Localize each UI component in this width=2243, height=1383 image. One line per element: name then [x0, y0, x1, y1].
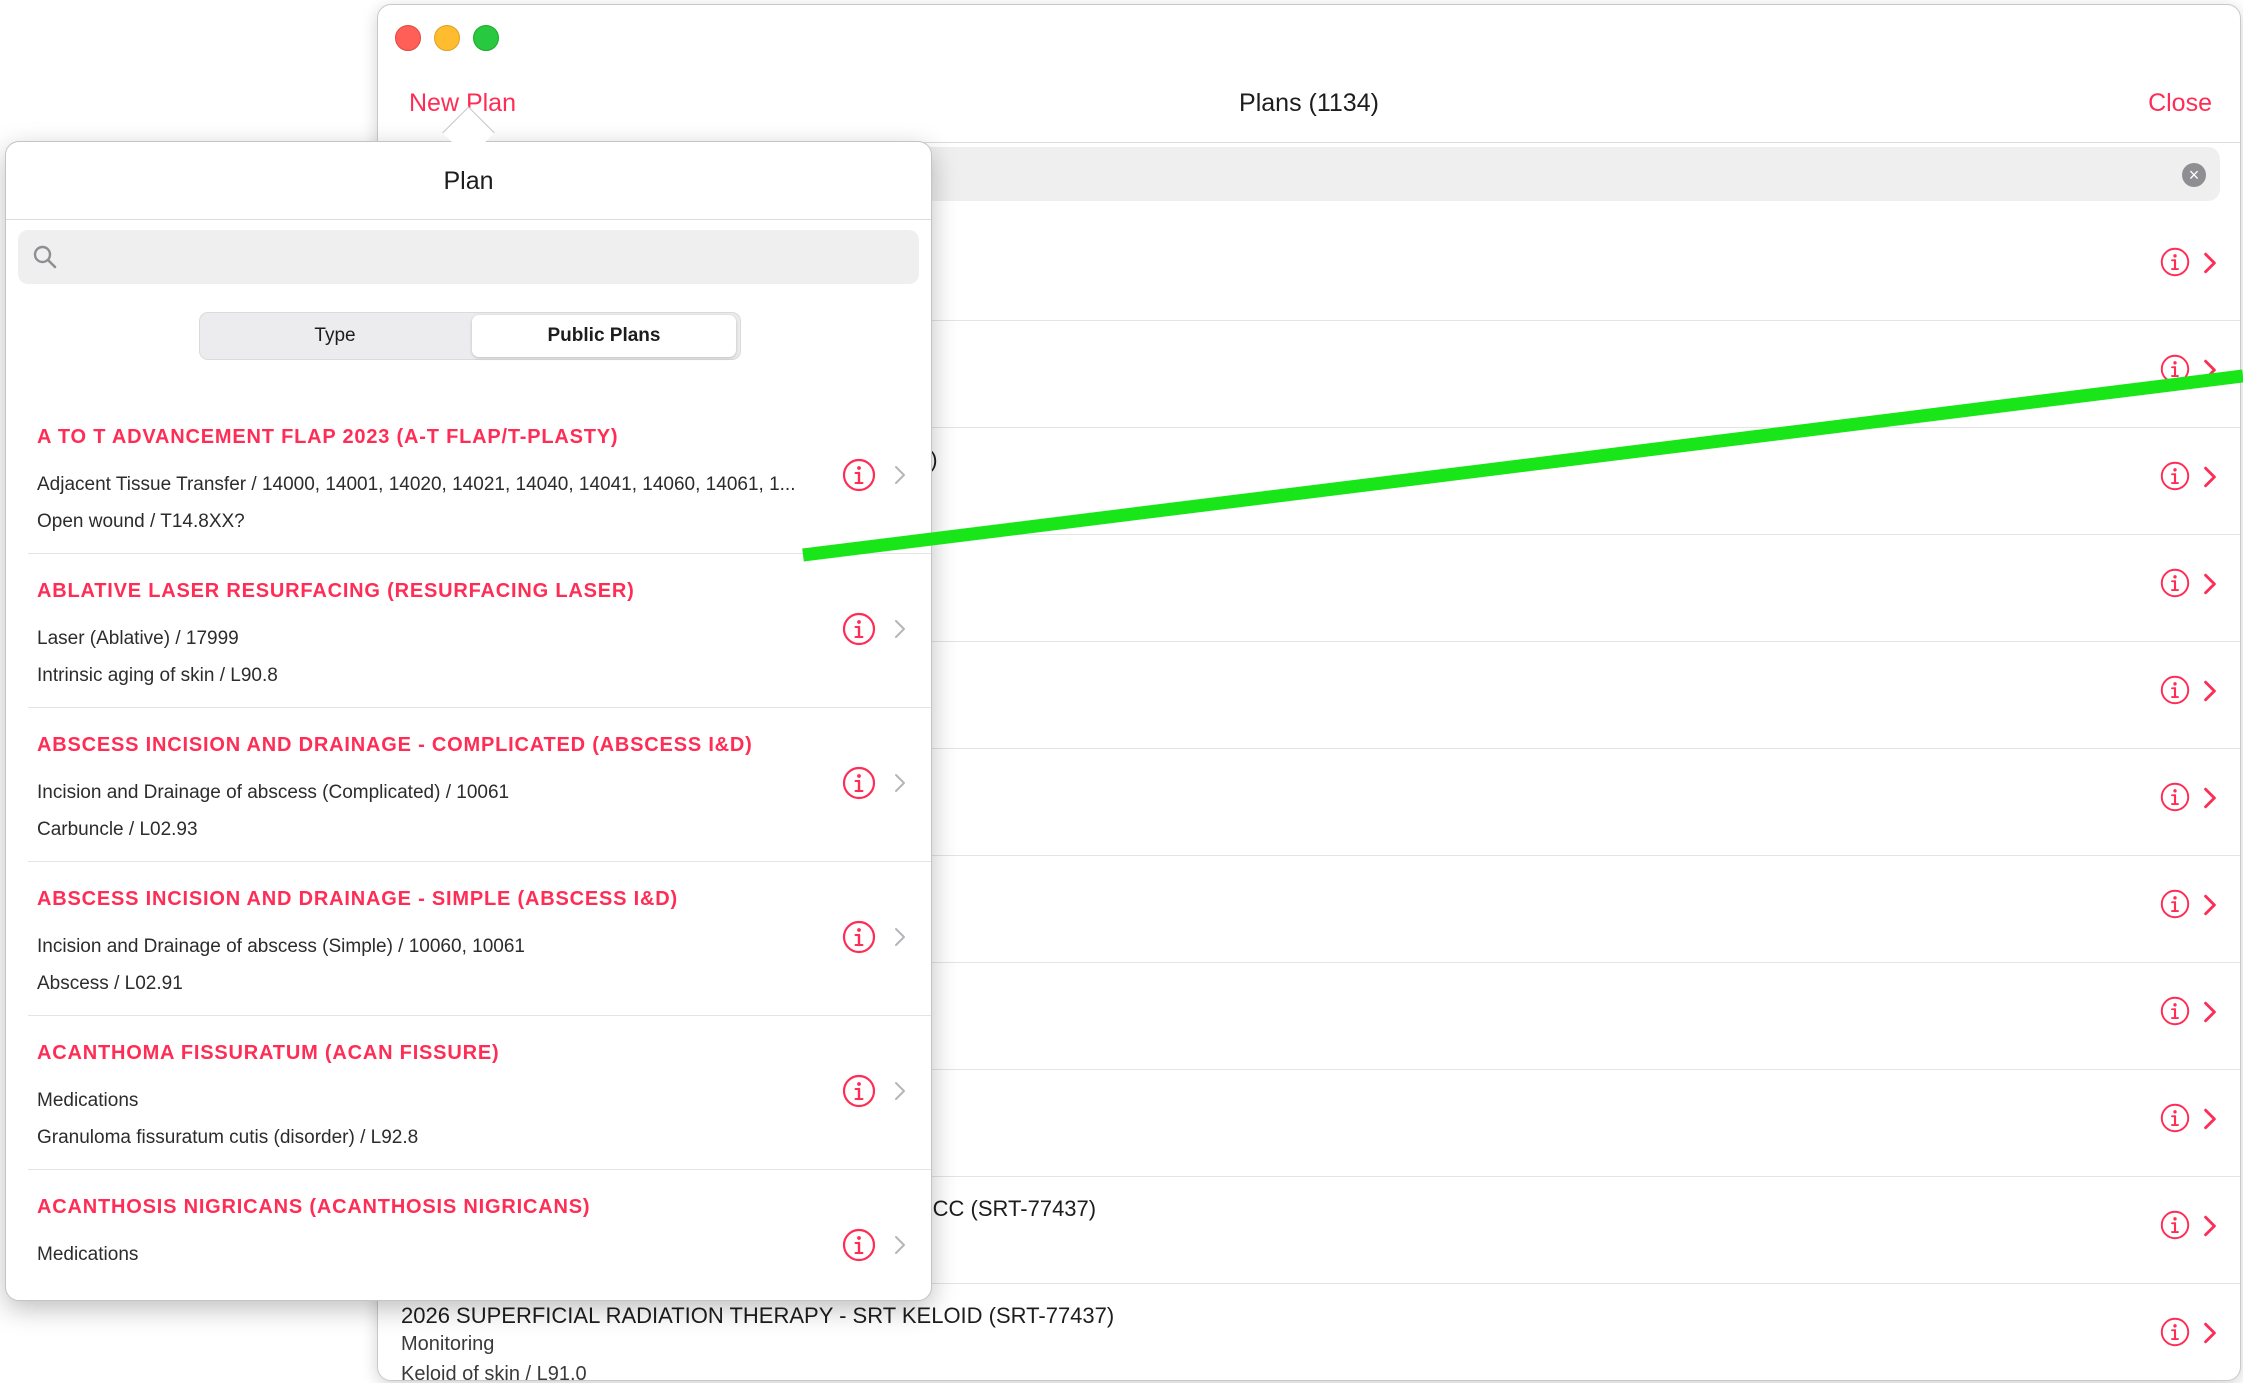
info-icon[interactable] [2160, 782, 2190, 812]
info-icon[interactable] [2160, 889, 2190, 919]
chevron-right-icon[interactable] [2203, 894, 2217, 916]
public-plan-title: ACANTHOMA FISSURATUM (ACAN FISSURE) [37, 1042, 500, 1064]
public-plan-row[interactable]: ABSCESS INCISION AND DRAINAGE - COMPLICA… [6, 708, 931, 862]
info-icon[interactable] [2160, 247, 2190, 277]
public-plan-title: ACANTHOSIS NIGRICANS (ACANTHOSIS NIGRICA… [37, 1196, 591, 1218]
public-plan-diagnosis: Intrinsic aging of skin / L90.8 [37, 665, 278, 686]
public-plan-diagnosis: Granuloma fissuratum cutis (disorder) / … [37, 1127, 419, 1148]
segment-type[interactable]: Type [200, 313, 470, 359]
chevron-right-icon[interactable] [2203, 573, 2217, 595]
plan-source-segmented-control: Type Public Plans [199, 312, 741, 360]
public-plan-procedure: Medications [37, 1244, 139, 1265]
info-icon[interactable] [842, 458, 876, 492]
plan-popover: Plan Type Public Plans A TO T ADVANCEMEN… [5, 141, 932, 1301]
chevron-right-icon[interactable] [894, 927, 906, 947]
plan-row-line2: Keloid of skin / L91.0 [401, 1363, 587, 1381]
clear-icon[interactable]: × [2182, 163, 2206, 187]
info-icon[interactable] [842, 920, 876, 954]
info-icon[interactable] [2160, 354, 2190, 384]
segment-public-plans[interactable]: Public Plans [472, 315, 736, 357]
public-plan-row[interactable]: ABLATIVE LASER RESURFACING (RESURFACING … [6, 554, 931, 708]
public-plan-procedure: Laser (Ablative) / 17999 [37, 628, 239, 649]
info-icon[interactable] [842, 766, 876, 800]
public-plan-diagnosis: Carbuncle / L02.93 [37, 819, 198, 840]
public-plan-row[interactable]: ACANTHOSIS NIGRICANS (ACANTHOSIS NIGRICA… [6, 1170, 931, 1300]
chevron-right-icon[interactable] [2203, 466, 2217, 488]
info-icon[interactable] [2160, 1210, 2190, 1240]
chevron-right-icon[interactable] [894, 1081, 906, 1101]
public-plan-title: ABLATIVE LASER RESURFACING (RESURFACING … [37, 580, 635, 602]
window-minimize-button[interactable] [434, 25, 460, 51]
chevron-right-icon[interactable] [2203, 1215, 2217, 1237]
popover-title: Plan [443, 167, 494, 195]
search-icon [33, 245, 57, 269]
chevron-right-icon[interactable] [894, 773, 906, 793]
public-plan-title: ABSCESS INCISION AND DRAINAGE - COMPLICA… [37, 734, 753, 756]
info-icon[interactable] [2160, 675, 2190, 705]
window-header: New Plan Plans (1134) Close [378, 67, 2240, 143]
window-title: Plans (1134) [1239, 89, 1379, 117]
chevron-right-icon[interactable] [2203, 1322, 2217, 1344]
window-maximize-button[interactable] [473, 25, 499, 51]
info-icon[interactable] [2160, 461, 2190, 491]
public-plan-diagnosis: Abscess / L02.91 [37, 973, 183, 994]
window-close-button[interactable] [395, 25, 421, 51]
chevron-right-icon[interactable] [2203, 680, 2217, 702]
public-plan-procedure: Medications [37, 1090, 139, 1111]
chevron-right-icon[interactable] [2203, 787, 2217, 809]
public-plan-procedure: Adjacent Tissue Transfer / 14000, 14001,… [37, 474, 796, 495]
chevron-right-icon[interactable] [2203, 1108, 2217, 1130]
info-icon[interactable] [2160, 568, 2190, 598]
chevron-right-icon[interactable] [2203, 1001, 2217, 1023]
info-icon[interactable] [842, 612, 876, 646]
close-button[interactable]: Close [2148, 89, 2212, 118]
plan-row-line1: Monitoring [401, 1333, 495, 1355]
chevron-right-icon[interactable] [894, 465, 906, 485]
public-plan-row[interactable]: ACANTHOMA FISSURATUM (ACAN FISSURE) Medic… [6, 1016, 931, 1170]
public-plan-title: A TO T ADVANCEMENT FLAP 2023 (A-T FLAP/T… [37, 426, 619, 448]
public-plan-row[interactable]: A TO T ADVANCEMENT FLAP 2023 (A-T FLAP/T… [6, 400, 931, 554]
info-icon[interactable] [2160, 1317, 2190, 1347]
info-icon[interactable] [842, 1074, 876, 1108]
public-plan-title: ABSCESS INCISION AND DRAINAGE - SIMPLE (… [37, 888, 678, 910]
info-icon[interactable] [2160, 1103, 2190, 1133]
info-icon[interactable] [842, 1228, 876, 1262]
plan-row-title: 2026 SUPERFICIAL RADIATION THERAPY - SRT… [401, 1303, 1115, 1328]
public-plan-row[interactable]: ABSCESS INCISION AND DRAINAGE - SIMPLE (… [6, 862, 931, 1016]
popover-search-field[interactable] [18, 230, 919, 284]
plan-row-title: BCC (SRT-77437) [918, 1196, 1097, 1221]
info-icon[interactable] [2160, 996, 2190, 1026]
chevron-right-icon[interactable] [894, 619, 906, 639]
chevron-right-icon[interactable] [2203, 359, 2217, 381]
chevron-right-icon[interactable] [2203, 252, 2217, 274]
public-plan-procedure: Incision and Drainage of abscess (Simple… [37, 936, 525, 957]
public-plan-diagnosis: Open wound / T14.8XX? [37, 511, 245, 532]
public-plan-procedure: Incision and Drainage of abscess (Compli… [37, 782, 510, 803]
chevron-right-icon[interactable] [894, 1235, 906, 1255]
